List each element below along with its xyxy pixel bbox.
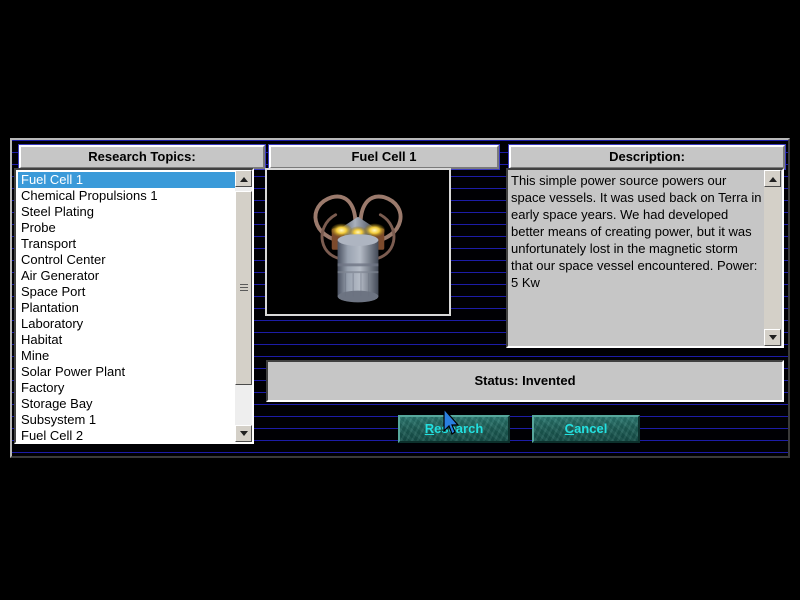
list-item[interactable]: Space Port [18, 284, 236, 300]
topics-scroll-track[interactable] [235, 187, 252, 425]
list-item[interactable]: Control Center [18, 252, 236, 268]
research-topics-list[interactable]: Fuel Cell 1 Chemical Propulsions 1 Steel P… [18, 172, 236, 444]
list-item[interactable]: Fuel Cell 2 [18, 428, 236, 444]
status-bar: Status: Invented [266, 360, 784, 402]
scroll-up-arrow-icon [239, 176, 248, 182]
research-button[interactable]: Research [398, 415, 510, 443]
item-title-header: Fuel Cell 1 [269, 145, 499, 169]
list-item[interactable]: Solar Power Plant [18, 364, 236, 380]
list-item[interactable]: Storage Bay [18, 396, 236, 412]
topics-scroll-up-button[interactable] [235, 170, 252, 187]
list-item[interactable]: Air Generator [18, 268, 236, 284]
list-item[interactable]: Transport [18, 236, 236, 252]
topics-scroll-down-button[interactable] [235, 425, 252, 442]
topics-scrollbar[interactable] [235, 170, 252, 442]
item-preview-frame [265, 168, 451, 316]
list-item[interactable]: Mine [18, 348, 236, 364]
list-item[interactable]: Fuel Cell 1 [18, 172, 236, 188]
description-header: Description: [509, 145, 785, 169]
list-item[interactable]: Plantation [18, 300, 236, 316]
list-item[interactable]: Habitat [18, 332, 236, 348]
item-title-header-frame: Fuel Cell 1 [268, 144, 500, 170]
description-scrollbar[interactable] [764, 170, 781, 346]
scroll-down-arrow-icon [239, 430, 248, 436]
game-screen: Research Topics: Fuel Cell 1 Description… [0, 0, 800, 600]
list-item[interactable]: Probe [18, 220, 236, 236]
description-scroll-up-button[interactable] [764, 170, 781, 187]
scroll-up-arrow-icon [768, 176, 777, 182]
research-button-accel: R [424, 421, 435, 436]
topics-header: Research Topics: [19, 145, 265, 169]
description-text: This simple power source powers our spac… [511, 173, 762, 290]
description-scroll-track[interactable] [764, 187, 781, 329]
topics-scroll-thumb[interactable] [235, 191, 252, 385]
topics-header-frame: Research Topics: [18, 144, 266, 170]
research-topics-listbox[interactable]: Fuel Cell 1 Chemical Propulsions 1 Steel P… [14, 168, 254, 444]
description-scroll-down-button[interactable] [764, 329, 781, 346]
scroll-thumb-grip-icon [240, 284, 248, 293]
list-item[interactable]: Chemical Propulsions 1 [18, 188, 236, 204]
description-header-frame: Description: [508, 144, 786, 170]
list-item[interactable]: Factory [18, 380, 236, 396]
scroll-down-arrow-icon [768, 334, 777, 340]
list-item[interactable]: Steel Plating [18, 204, 236, 220]
cancel-button-accel: C [564, 421, 575, 436]
list-item[interactable]: Subsystem 1 [18, 412, 236, 428]
research-button-label: esearch [434, 421, 484, 436]
description-panel: This simple power source powers our spac… [506, 168, 784, 348]
list-item[interactable]: Laboratory [18, 316, 236, 332]
cancel-button-label: ancel [574, 421, 608, 436]
fuel-cell-render-icon [267, 170, 449, 314]
cancel-button[interactable]: Cancel [532, 415, 640, 443]
